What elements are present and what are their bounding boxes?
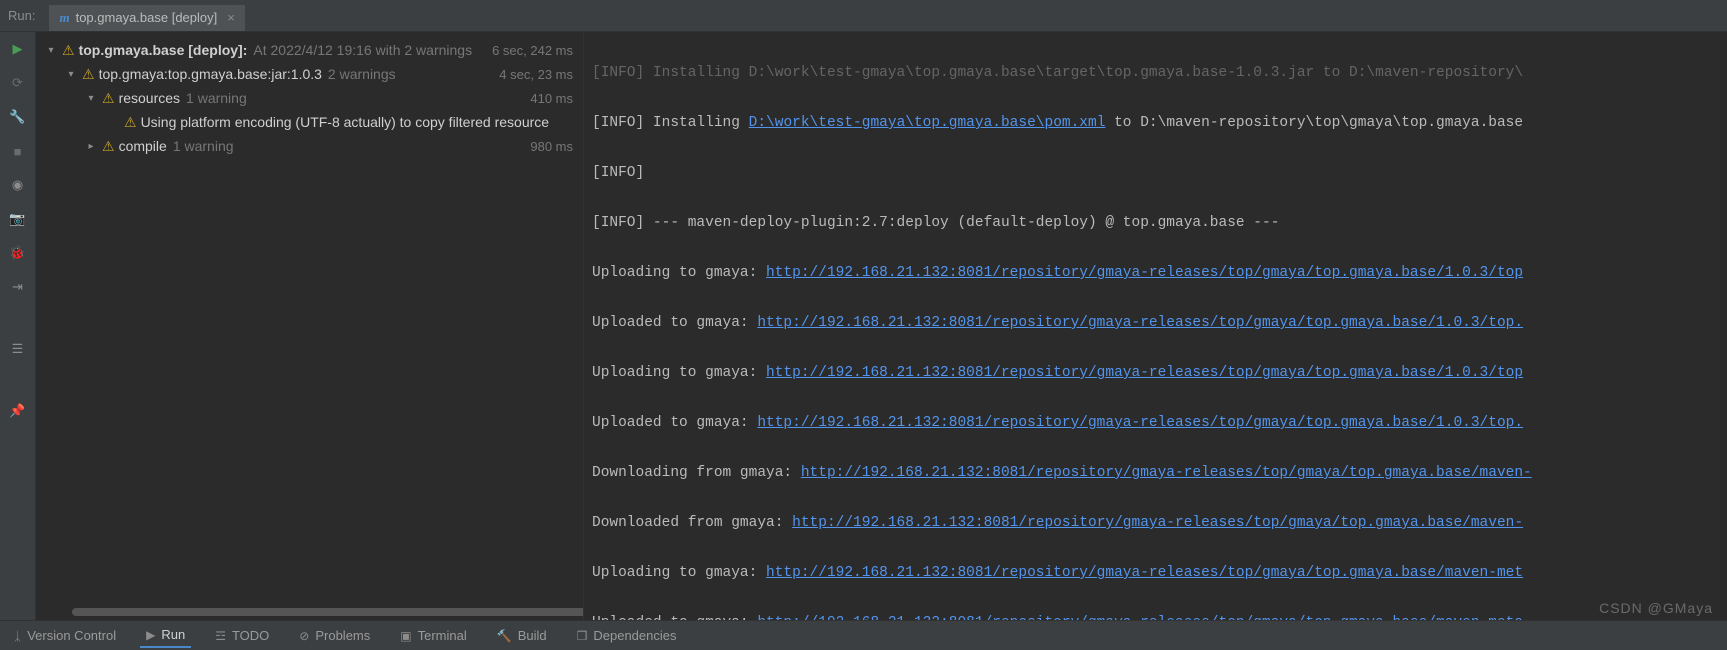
play-icon: ▶ <box>146 628 155 642</box>
tree-node-detail: At 2022/4/12 19:16 with 2 warnings <box>253 42 472 58</box>
warning-icon: ⚠ <box>102 138 115 155</box>
tool-problems[interactable]: ⊘Problems <box>293 624 376 647</box>
console-line: [INFO] <box>592 161 1719 186</box>
warning-icon: ⚠ <box>82 66 95 83</box>
status-bar-tools: ᛣVersion Control ▶Run ☲TODO ⊘Problems ▣T… <box>0 620 1727 650</box>
tree-node-label: Using platform encoding (UTF-8 actually)… <box>141 114 550 130</box>
hammer-icon: 🔨 <box>497 629 512 643</box>
exit-icon[interactable]: ⇥ <box>9 278 27 296</box>
console-line: Uploaded to gmaya: http://192.168.21.132… <box>592 311 1719 336</box>
console-line: Uploaded to gmaya: http://192.168.21.132… <box>592 611 1719 620</box>
url-link[interactable]: http://192.168.21.132:8081/repository/gm… <box>757 415 1523 431</box>
scrollbar-horizontal[interactable] <box>72 608 583 616</box>
console-line: Uploading to gmaya: http://192.168.21.13… <box>592 361 1719 386</box>
tool-terminal[interactable]: ▣Terminal <box>394 624 472 647</box>
warning-icon: ⚠ <box>102 90 115 107</box>
maven-icon: m <box>59 10 69 26</box>
chevron-down-icon[interactable]: ▾ <box>44 45 58 56</box>
console-line: Downloaded from gmaya: http://192.168.21… <box>592 511 1719 536</box>
file-link[interactable]: D:\work\test-gmaya\top.gmaya.base\pom.xm… <box>749 115 1106 131</box>
console-line: [INFO] --- maven-deploy-plugin:2.7:deplo… <box>592 211 1719 236</box>
tree-node-time: 6 sec, 242 ms <box>492 43 573 58</box>
tree-row[interactable]: ▾ ⚠ top.gmaya:top.gmaya.base:jar:1.0.3 2… <box>36 62 583 86</box>
tree-node-time: 410 ms <box>530 91 573 106</box>
todo-icon: ☲ <box>215 629 226 643</box>
wrench-icon[interactable]: 🔧 <box>9 108 27 126</box>
tool-run[interactable]: ▶Run <box>140 623 191 648</box>
tree-node-label: top.gmaya:top.gmaya.base:jar:1.0.3 <box>99 66 322 82</box>
warning-icon: ⚠ <box>62 42 75 59</box>
tree-node-detail: 2 warnings <box>328 66 396 82</box>
console-line: Downloading from gmaya: http://192.168.2… <box>592 461 1719 486</box>
console-line: [INFO] Installing D:\work\test-gmaya\top… <box>592 111 1719 136</box>
tool-dependencies[interactable]: ❒Dependencies <box>571 624 683 647</box>
problems-icon: ⊘ <box>299 629 309 643</box>
console-line: Uploaded to gmaya: http://192.168.21.132… <box>592 411 1719 436</box>
deps-icon: ❒ <box>577 629 588 643</box>
tool-build[interactable]: 🔨Build <box>491 624 553 647</box>
tree-node-label: resources <box>119 90 180 106</box>
tree-node-label: top.gmaya.base [deploy]: <box>79 42 248 58</box>
tool-version-control[interactable]: ᛣVersion Control <box>8 624 122 647</box>
stop-square-icon[interactable]: ■ <box>9 142 27 160</box>
rerun-icon[interactable]: ▶ <box>9 40 27 58</box>
view-icon[interactable]: ◉ <box>9 176 27 194</box>
console-output[interactable]: [INFO] Installing D:\work\test-gmaya\top… <box>583 32 1727 620</box>
run-config-tab[interactable]: m top.gmaya.base [deploy] × <box>49 5 244 31</box>
url-link[interactable]: http://192.168.21.132:8081/repository/gm… <box>801 465 1532 481</box>
tree-node-label: compile <box>119 138 167 154</box>
tree-row[interactable]: ▸ ⚠ compile 1 warning 980 ms <box>36 134 583 158</box>
url-link[interactable]: http://192.168.21.132:8081/repository/gm… <box>766 565 1523 581</box>
camera-icon[interactable]: 📷 <box>9 210 27 228</box>
run-toolbar: ▶ ⟳ 🔧 ■ ◉ 📷 🐞 ⇥ ☰ 📌 <box>0 32 36 620</box>
bug-icon[interactable]: 🐞 <box>9 244 27 262</box>
tree-row[interactable]: ▾ ⚠ resources 1 warning 410 ms <box>36 86 583 110</box>
chevron-down-icon[interactable]: ▾ <box>84 93 98 104</box>
tree-node-time: 980 ms <box>530 139 573 154</box>
terminal-icon: ▣ <box>400 629 411 643</box>
url-link[interactable]: http://192.168.21.132:8081/repository/gm… <box>766 365 1523 381</box>
tree-row-root[interactable]: ▾ ⚠ top.gmaya.base [deploy]: At 2022/4/1… <box>36 38 583 62</box>
url-link[interactable]: http://192.168.21.132:8081/repository/gm… <box>792 515 1523 531</box>
url-link[interactable]: http://192.168.21.132:8081/repository/gm… <box>757 315 1523 331</box>
stop-icon[interactable]: ⟳ <box>9 74 27 92</box>
tree-node-detail: 1 warning <box>186 90 247 106</box>
tree-row-message[interactable]: ⚠ Using platform encoding (UTF-8 actuall… <box>36 110 583 134</box>
console-line: Uploading to gmaya: http://192.168.21.13… <box>592 261 1719 286</box>
tool-window-header: Run: m top.gmaya.base [deploy] × <box>0 0 1727 32</box>
warning-icon: ⚠ <box>124 114 137 131</box>
chevron-down-icon[interactable]: ▾ <box>64 69 78 80</box>
tree-node-detail: 1 warning <box>173 138 234 154</box>
build-tree: ▾ ⚠ top.gmaya.base [deploy]: At 2022/4/1… <box>36 32 583 620</box>
console-line: [INFO] Installing D:\work\test-gmaya\top… <box>592 61 1719 86</box>
tab-title: top.gmaya.base [deploy] <box>76 10 218 25</box>
chevron-right-icon[interactable]: ▸ <box>84 141 98 152</box>
console-line: Uploading to gmaya: http://192.168.21.13… <box>592 561 1719 586</box>
pin-icon[interactable]: 📌 <box>9 402 27 420</box>
tool-todo[interactable]: ☲TODO <box>209 624 275 647</box>
run-label: Run: <box>8 8 35 23</box>
watermark: CSDN @GMaya <box>1599 600 1713 616</box>
url-link[interactable]: http://192.168.21.132:8081/repository/gm… <box>766 265 1523 281</box>
tree-node-time: 4 sec, 23 ms <box>499 67 573 82</box>
branch-icon: ᛣ <box>14 629 21 643</box>
layout-icon[interactable]: ☰ <box>9 340 27 358</box>
close-icon[interactable]: × <box>227 10 235 25</box>
